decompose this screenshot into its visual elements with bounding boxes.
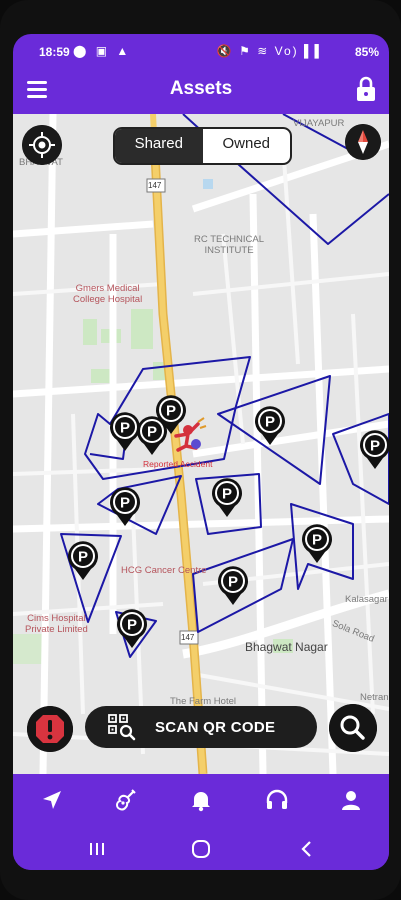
map-view[interactable]: BHAGVAT VIJAYAPUR RC TECHNICAL INSTITUTE… bbox=[13, 114, 389, 774]
parking-pin-icon[interactable]: P bbox=[66, 539, 100, 581]
asset-filter-toggle: Shared Owned bbox=[113, 127, 292, 165]
home-icon[interactable] bbox=[189, 838, 213, 860]
tab-owned[interactable]: Owned bbox=[203, 129, 291, 163]
screen: 18:59 ⬤ ▣ ▲ 🔇 ⚑ ≋ Vo) ▌▌ 85% Assets VIJA… bbox=[13, 34, 389, 870]
svg-text:P: P bbox=[228, 574, 238, 591]
qr-scan-icon bbox=[108, 714, 136, 741]
scan-qr-button[interactable]: SCAN QR CODE bbox=[85, 706, 317, 748]
parking-pin-icon[interactable]: P bbox=[115, 607, 149, 649]
page-title: Assets bbox=[169, 78, 233, 99]
status-bar: 18:59 ⬤ ▣ ▲ 🔇 ⚑ ≋ Vo) ▌▌ 85% bbox=[13, 34, 389, 68]
route-shield-label: 147 bbox=[148, 181, 162, 190]
search-icon[interactable] bbox=[329, 704, 377, 752]
alert-octagon-icon[interactable] bbox=[27, 706, 73, 752]
parking-pin-icon[interactable]: P bbox=[216, 564, 250, 606]
bottom-tab-bar bbox=[13, 774, 389, 828]
map-label-gmers: Gmers Medical College Hospital bbox=[73, 283, 143, 305]
map-label-bhagwat-nagar: Bhagwat Nagar bbox=[245, 640, 328, 654]
svg-text:P: P bbox=[370, 438, 380, 455]
parking-pin-icon[interactable]: P bbox=[253, 404, 287, 446]
map-label-rc-institute: RC TECHNICAL INSTITUTE bbox=[194, 234, 265, 256]
svg-text:P: P bbox=[120, 495, 130, 512]
svg-text:P: P bbox=[78, 549, 88, 566]
svg-text:P: P bbox=[120, 420, 130, 437]
my-location-icon[interactable] bbox=[22, 125, 62, 165]
navigate-icon[interactable] bbox=[39, 787, 65, 813]
svg-text:P: P bbox=[127, 617, 137, 634]
map-label-hcg: HCG Cancer Centre bbox=[121, 565, 207, 576]
phone-frame: 18:59 ⬤ ▣ ▲ 🔇 ⚑ ≋ Vo) ▌▌ 85% Assets VIJA… bbox=[0, 0, 401, 900]
battery-level: 85% bbox=[354, 45, 379, 59]
map-label-kalasagar: Kalasagar bbox=[345, 594, 388, 605]
system-nav-bar bbox=[13, 828, 389, 870]
compass-icon[interactable] bbox=[345, 124, 381, 160]
parking-pin-icon[interactable]: P bbox=[300, 522, 334, 564]
parking-pin-icon[interactable]: P bbox=[108, 485, 142, 527]
map-label-netrang: Netran bbox=[360, 692, 389, 703]
app-bar: Assets bbox=[13, 68, 389, 114]
svg-text:P: P bbox=[312, 532, 322, 549]
headset-icon[interactable] bbox=[264, 787, 290, 813]
status-system-icons: 🔇 ⚑ ≋ Vo) ▌▌ bbox=[216, 44, 325, 58]
back-icon[interactable] bbox=[295, 838, 319, 860]
accident-label: Reported Accident bbox=[143, 459, 213, 469]
guitar-icon[interactable] bbox=[112, 787, 138, 813]
route-shield-label: 147 bbox=[181, 633, 195, 642]
parking-pin-icon[interactable]: P bbox=[358, 428, 389, 470]
profile-icon[interactable] bbox=[338, 787, 364, 813]
lock-icon[interactable] bbox=[355, 76, 377, 102]
scan-qr-label: SCAN QR CODE bbox=[155, 719, 276, 736]
recents-icon[interactable] bbox=[85, 838, 109, 860]
svg-text:P: P bbox=[222, 486, 232, 503]
status-time: 18:59 bbox=[39, 45, 70, 59]
map-label-cims: Cims Hospital Private Limited bbox=[25, 613, 88, 635]
bell-icon[interactable] bbox=[188, 787, 214, 813]
tab-shared[interactable]: Shared bbox=[115, 129, 203, 163]
svg-text:P: P bbox=[265, 414, 275, 431]
map-label-vijayapur: VIJAYAPUR bbox=[293, 118, 345, 129]
parking-pin-icon[interactable]: P bbox=[210, 476, 244, 518]
accident-marker-icon[interactable] bbox=[168, 416, 208, 454]
status-notification-icons: ⬤ ▣ ▲ bbox=[73, 44, 132, 58]
